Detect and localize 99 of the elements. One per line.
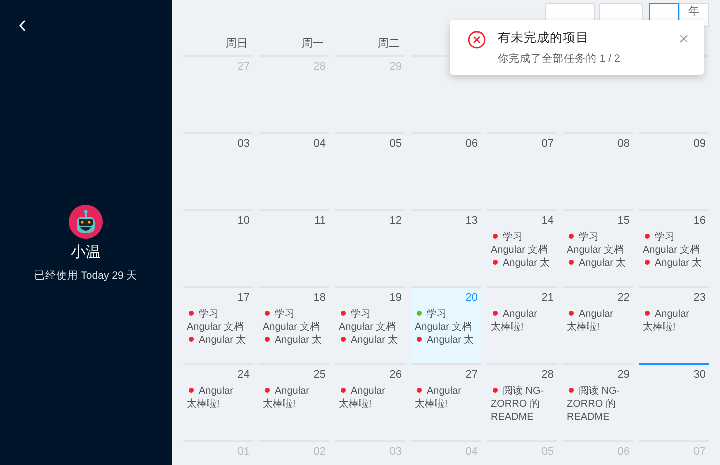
day-cell[interactable]: 30 (639, 363, 709, 440)
usage-text: 已经使用 Today 29 天 (34, 269, 138, 283)
day-cell[interactable]: 22 Angular 太棒啦! (563, 286, 633, 363)
date-number: 14 (540, 215, 554, 229)
event-text: Angular 太棒啦! (263, 386, 310, 410)
date-number: 24 (236, 369, 250, 383)
date-number: 07 (540, 138, 554, 152)
date-number: 21 (540, 292, 554, 306)
date-number: 01 (236, 446, 250, 460)
day-cell[interactable]: 15 学习 Angular 文档 Angular 太 (563, 209, 633, 286)
event-text: Angular 太 (503, 258, 550, 269)
date-number: 16 (692, 215, 706, 229)
day-cell[interactable]: 16 学习 Angular 文档 Angular 太 (639, 209, 709, 286)
date-number: 04 (312, 138, 326, 152)
date-number: 28 (312, 61, 326, 75)
date-number: 22 (616, 292, 630, 306)
date-number: 29 (388, 61, 402, 75)
date-number: 29 (616, 369, 630, 383)
weekday-label: 周二 (377, 37, 401, 52)
date-number: 18 (312, 292, 326, 306)
event-text: Angular 太 (351, 335, 398, 346)
event-text: 学习 Angular 文档 (339, 309, 396, 333)
day-cell[interactable]: 21 Angular 太棒啦! (487, 286, 557, 363)
event-text: 学习 Angular 文档 (491, 232, 548, 256)
day-cell[interactable]: 24 Angular 太棒啦! (183, 363, 253, 440)
weekday-label: 周一 (301, 37, 325, 52)
day-cell[interactable]: 05 (335, 132, 405, 209)
event-text: Angular 太 (655, 258, 702, 269)
date-number: 03 (236, 138, 250, 152)
user-name: 小温 (70, 243, 101, 262)
date-number: 06 (616, 446, 630, 460)
date-number: 05 (540, 446, 554, 460)
notification-title: 有未完成的项目 (498, 30, 590, 47)
date-number: 07 (692, 446, 706, 460)
date-number: 12 (388, 215, 402, 229)
date-number: 28 (540, 369, 554, 383)
day-cell[interactable]: 28 阅读 NG-ZORRO 的 README (487, 363, 557, 440)
date-number: 26 (388, 369, 402, 383)
day-cell[interactable]: 03 (183, 132, 253, 209)
event-text: Angular 太棒啦! (415, 386, 462, 410)
event-text: Angular 太 (579, 258, 626, 269)
event-text: Angular 太棒啦! (643, 309, 690, 333)
date-number: 27 (236, 61, 250, 75)
day-cell[interactable]: 09 (639, 132, 709, 209)
date-number: 05 (388, 138, 402, 152)
notification-message: 你完成了全部任务的 1 / 2 (498, 52, 622, 66)
day-cell[interactable]: 25 Angular 太棒啦! (259, 363, 329, 440)
day-cell[interactable]: 07 (487, 132, 557, 209)
day-cell[interactable]: 23 Angular 太棒啦! (639, 286, 709, 363)
date-number: 10 (236, 215, 250, 229)
weekday-label: 周日 (225, 37, 249, 52)
day-cell[interactable]: 29 阅读 NG-ZORRO 的 README (563, 363, 633, 440)
day-cell[interactable]: 08 (563, 132, 633, 209)
date-number: 08 (616, 138, 630, 152)
date-number: 17 (236, 292, 250, 306)
date-number: 20 (464, 292, 478, 306)
date-number: 09 (692, 138, 706, 152)
date-number: 03 (388, 446, 402, 460)
event-text: 学习 Angular 文档 (415, 309, 472, 333)
date-number: 27 (464, 369, 478, 383)
day-cell[interactable]: 14 学习 Angular 文档 Angular 太 (487, 209, 557, 286)
date-number: 23 (692, 292, 706, 306)
date-number: 25 (312, 369, 326, 383)
date-number: 19 (388, 292, 402, 306)
date-number: 04 (464, 446, 478, 460)
event-text: 学习 Angular 文档 (263, 309, 320, 333)
day-cell[interactable]: 20 学习 Angular 文档 Angular 太 (411, 286, 481, 363)
date-number: 02 (312, 446, 326, 460)
event-text: Angular 太 (427, 335, 474, 346)
robot-avatar-icon (68, 205, 103, 239)
day-cell[interactable]: 12 (335, 209, 405, 286)
event-text: Angular 太棒啦! (339, 386, 386, 410)
day-cell[interactable]: 17 学习 Angular 文档 Angular 太 (183, 286, 253, 363)
date-number: 06 (464, 138, 478, 152)
day-cell[interactable]: 26 Angular 太棒啦! (335, 363, 405, 440)
event-text: 学习 Angular 文档 (187, 309, 244, 333)
day-cell[interactable]: 10 (183, 209, 253, 286)
day-cell[interactable]: 18 学习 Angular 文档 Angular 太 (259, 286, 329, 363)
event-text: Angular 太棒啦! (491, 309, 538, 333)
day-cell[interactable]: 19 学习 Angular 文档 Angular 太 (335, 286, 405, 363)
day-cell[interactable]: 27 Angular 太棒啦! (411, 363, 481, 440)
event-text: Angular 太 (275, 335, 322, 346)
event-text: 阅读 NG-ZORRO 的 README (567, 386, 620, 423)
date-number: 11 (314, 215, 326, 229)
date-number: 15 (616, 215, 630, 229)
day-cell[interactable]: 11 (259, 209, 329, 286)
event-text: 学习 Angular 文档 (643, 232, 700, 256)
close-icon[interactable] (680, 35, 688, 43)
date-number: 13 (464, 215, 478, 229)
event-text: Angular 太 (199, 335, 246, 346)
day-cell[interactable]: 06 (411, 132, 481, 209)
date-number: 30 (692, 369, 706, 383)
day-cell[interactable]: 04 (259, 132, 329, 209)
event-text: Angular 太棒啦! (187, 386, 234, 410)
event-text: 学习 Angular 文档 (567, 232, 624, 256)
back-button[interactable] (18, 19, 28, 33)
error-icon (468, 31, 486, 49)
event-text: Angular 太棒啦! (567, 309, 614, 333)
event-text: 阅读 NG-ZORRO 的 README (491, 386, 544, 423)
